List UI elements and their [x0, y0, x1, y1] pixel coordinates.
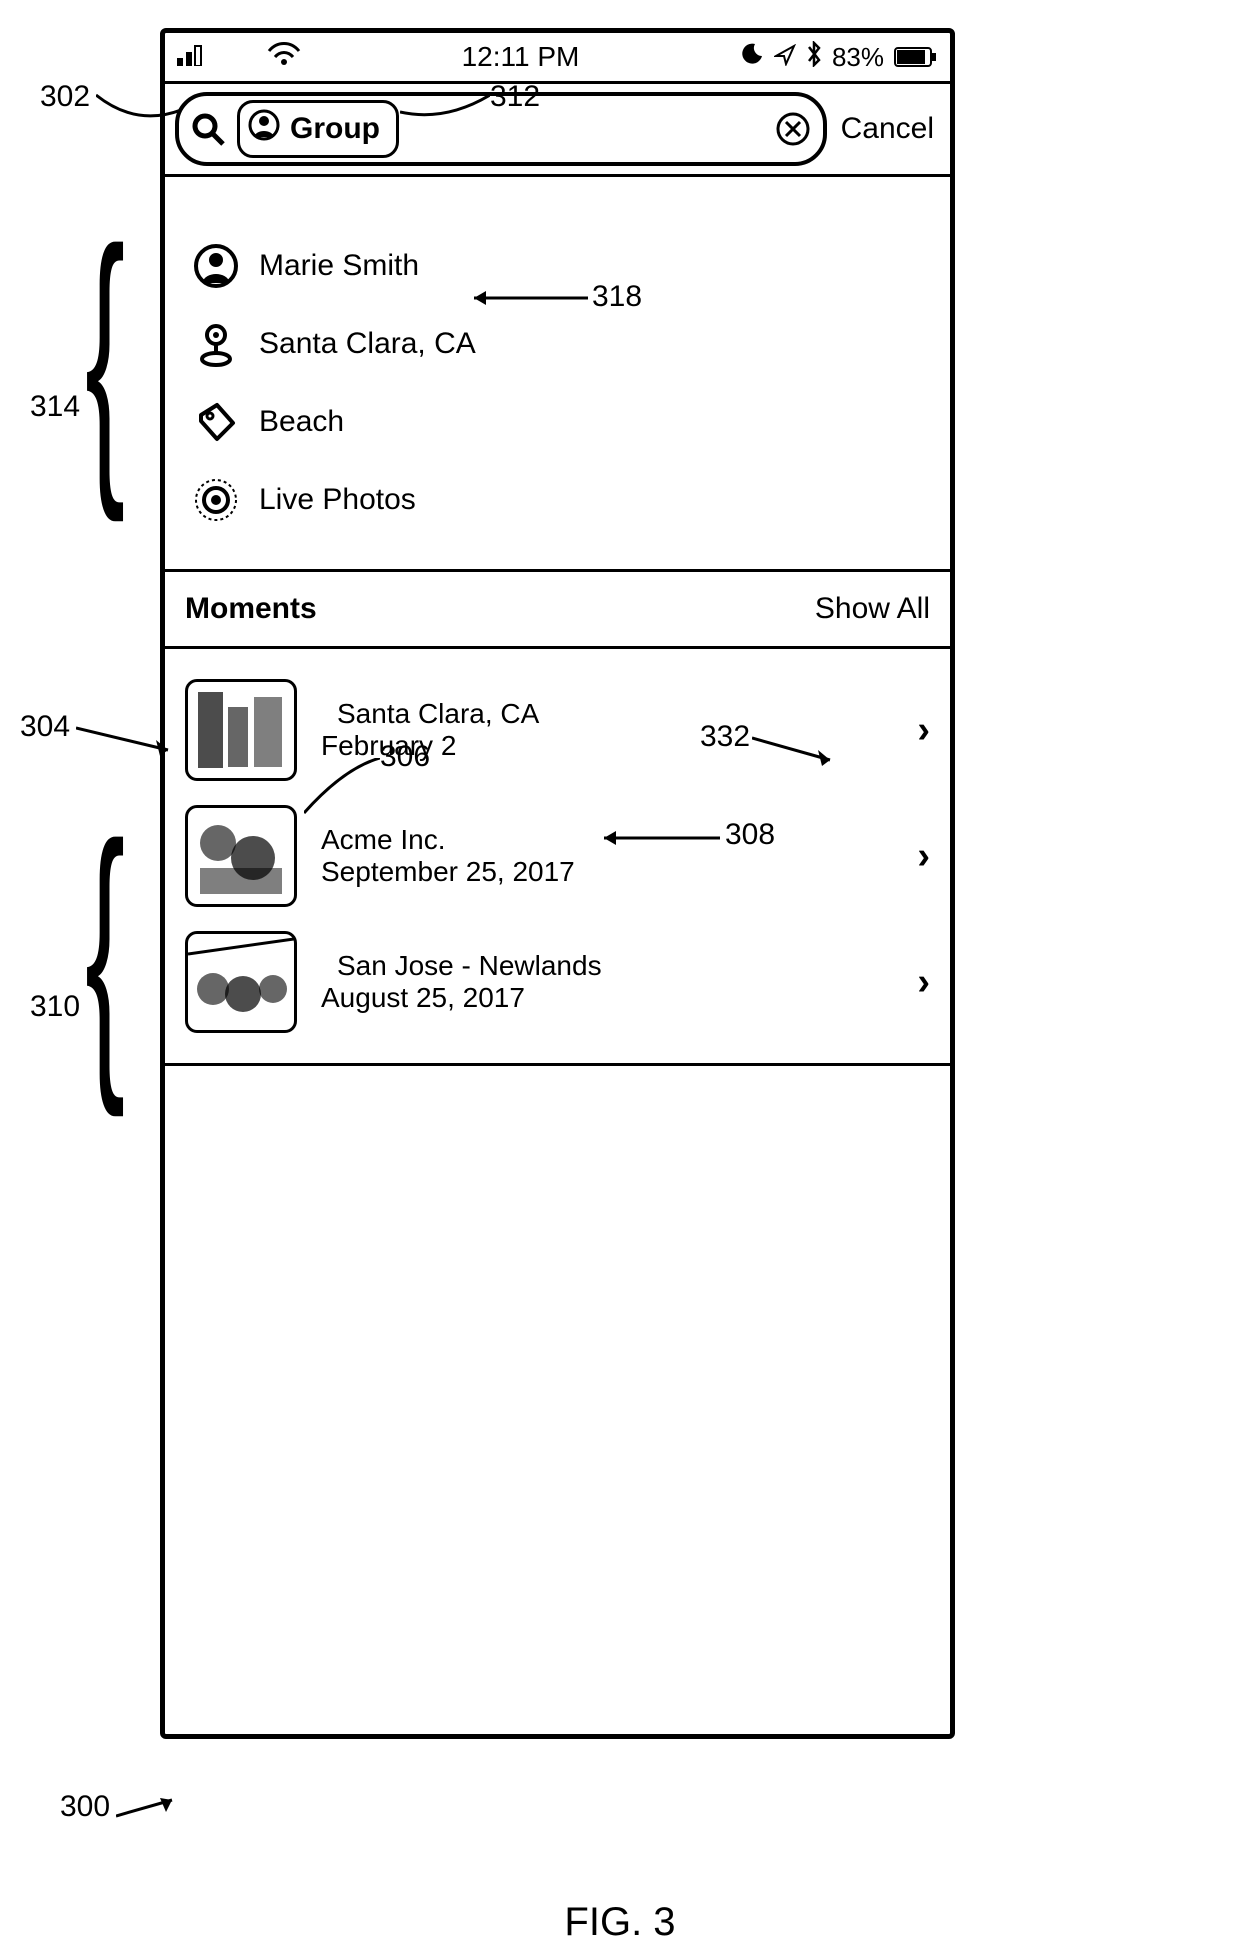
brace-icon: {: [85, 205, 125, 505]
cancel-button[interactable]: Cancel: [841, 112, 934, 146]
thumbnail-icon: [185, 931, 297, 1033]
signal-icon: [177, 42, 207, 73]
suggestion-label: Santa Clara, CA: [259, 327, 476, 361]
ref-332: 332: [700, 720, 750, 754]
result-date: August 25, 2017: [321, 982, 893, 1014]
result-title: Santa Clara, CA: [321, 698, 893, 730]
thumbnail-icon: [185, 679, 297, 781]
figure-caption: FIG. 3: [0, 1900, 1240, 1945]
phone-frame: 12:11 PM 83%: [160, 28, 955, 1739]
search-token-label: Group: [290, 112, 380, 146]
status-bar: 12:11 PM 83%: [165, 33, 950, 84]
wifi-icon: [267, 42, 301, 73]
result-row[interactable]: Acme Inc. September 25, 2017 ›: [185, 793, 930, 919]
result-title: Acme Inc.: [321, 824, 893, 856]
ref-310: 310: [30, 990, 80, 1024]
results-list: Santa Clara, CA February 2 › Acme Inc. S…: [165, 649, 950, 1066]
search-bar: Group Cancel: [165, 84, 950, 177]
result-row[interactable]: Santa Clara, CA February 2 ›: [185, 667, 930, 793]
suggestion-list: Marie Smith Santa Clara, CA Beach Live P…: [165, 177, 950, 572]
battery-pct: 83%: [832, 42, 884, 73]
suggestion-label: Live Photos: [259, 483, 416, 517]
section-header: Moments Show All: [165, 572, 950, 649]
moon-icon: [740, 42, 764, 73]
arrow-icon: [116, 1796, 186, 1822]
nav-icon: [774, 42, 796, 73]
suggestion-label: Beach: [259, 405, 344, 439]
ref-312: 312: [490, 80, 540, 114]
result-row[interactable]: San Jose - Newlands August 25, 2017 ›: [185, 919, 930, 1045]
clear-icon[interactable]: [775, 111, 811, 147]
ref-304: 304: [20, 710, 70, 744]
status-time: 12:11 PM: [301, 41, 740, 73]
person-icon: [248, 109, 280, 149]
search-icon: [191, 112, 225, 146]
ref-302: 302: [40, 80, 90, 114]
section-title: Moments: [185, 592, 317, 626]
ref-314: 314: [30, 390, 80, 424]
ref-318: 318: [592, 280, 642, 314]
ref-300: 300: [60, 1790, 110, 1824]
ref-306: 306: [380, 740, 430, 774]
result-title: San Jose - Newlands: [321, 950, 893, 982]
livephotos-icon: [193, 477, 239, 523]
person-icon: [193, 243, 239, 289]
suggestion-category[interactable]: Beach: [193, 383, 922, 461]
chevron-right-icon: ›: [917, 961, 930, 1004]
result-date: September 25, 2017: [321, 856, 893, 888]
battery-icon: [894, 46, 938, 68]
location-icon: [193, 321, 239, 367]
tag-icon: [193, 399, 239, 445]
figure-page: 12:11 PM 83%: [0, 0, 1240, 1959]
suggestion-mediatype[interactable]: Live Photos: [193, 461, 922, 539]
show-all-button[interactable]: Show All: [815, 592, 930, 626]
thumbnail-icon: [185, 805, 297, 907]
suggestion-place[interactable]: Santa Clara, CA: [193, 305, 922, 383]
ref-308: 308: [725, 818, 775, 852]
bluetooth-icon: [806, 41, 822, 74]
suggestion-label: Marie Smith: [259, 249, 419, 283]
brace-icon: {: [85, 800, 125, 1100]
search-token[interactable]: Group: [237, 100, 399, 158]
suggestion-person[interactable]: Marie Smith: [193, 227, 922, 305]
chevron-right-icon: ›: [917, 709, 930, 752]
chevron-right-icon: ›: [917, 835, 930, 878]
